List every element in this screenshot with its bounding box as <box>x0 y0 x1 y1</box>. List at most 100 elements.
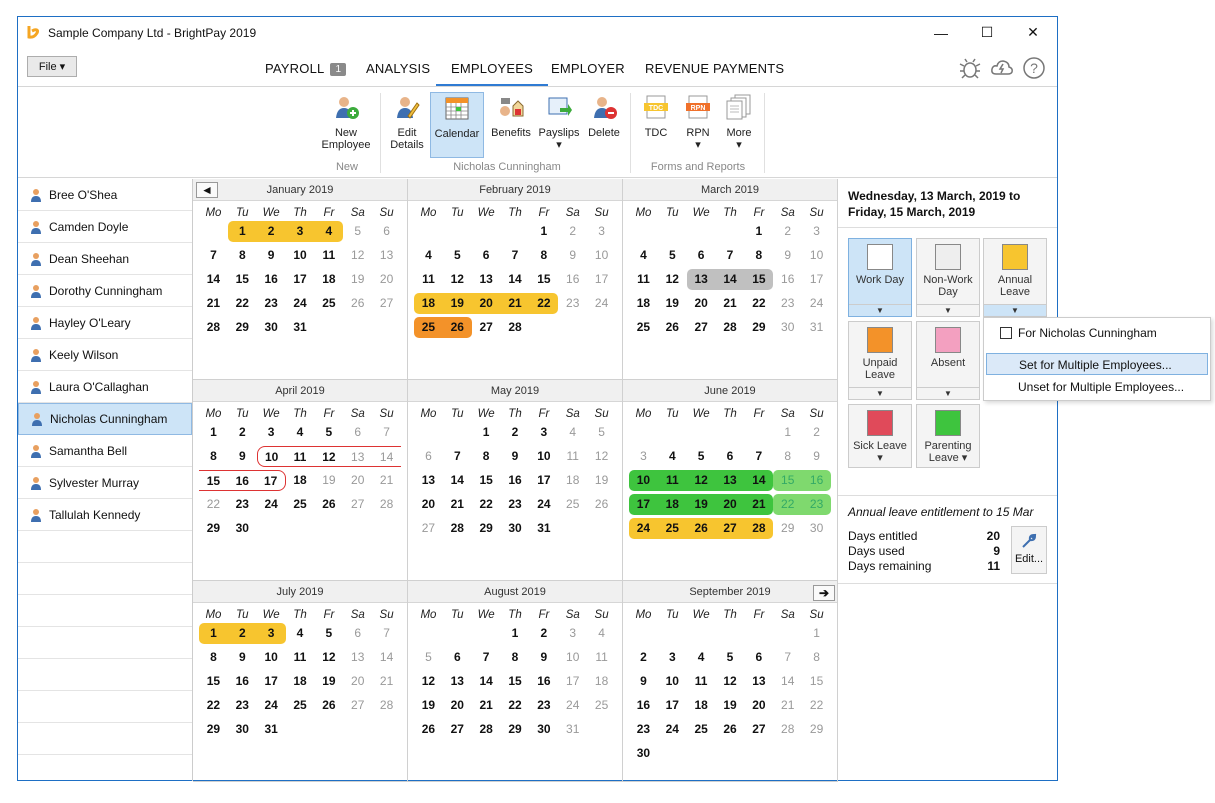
calendar-day[interactable]: 10 <box>558 647 587 668</box>
calendar-day[interactable]: 9 <box>228 647 257 668</box>
calendar-day[interactable]: 3 <box>257 422 286 443</box>
benefits-button[interactable]: Benefits <box>486 92 536 139</box>
tab-analysis[interactable]: ANALYSIS <box>366 61 430 76</box>
calendar-day[interactable]: 12 <box>716 671 745 692</box>
calendar-day[interactable]: 24 <box>558 695 587 716</box>
calendar-day[interactable]: 28 <box>472 719 501 740</box>
calendar-day[interactable]: 13 <box>343 647 372 668</box>
calendar-day[interactable]: 7 <box>372 422 401 443</box>
calendar-day[interactable]: 14 <box>501 269 530 290</box>
calendar-day[interactable]: 11 <box>587 647 616 668</box>
more-dropdown-arrow[interactable]: ▾ <box>720 139 758 151</box>
calendar-day[interactable]: 20 <box>744 695 773 716</box>
calendar-day[interactable]: 24 <box>286 293 315 314</box>
non-work-day-tile[interactable]: Non-Work Day ▼ <box>916 238 980 317</box>
calendar-day[interactable]: 27 <box>414 518 443 539</box>
calendar-day[interactable]: 7 <box>716 245 745 266</box>
calendar-day[interactable]: 15 <box>744 268 774 290</box>
calendar-day[interactable]: 6 <box>414 446 443 467</box>
calendar-day[interactable]: 10 <box>629 469 658 491</box>
unpaid-leave-tile[interactable]: Unpaid Leave ▼ <box>848 321 912 400</box>
tab-revenue-payments[interactable]: REVENUE PAYMENTS <box>645 61 784 76</box>
calendar-day[interactable]: 31 <box>286 317 315 338</box>
calendar-day[interactable]: 23 <box>773 293 802 314</box>
new-employee-button[interactable]: New Employee <box>317 92 375 151</box>
calendar-day[interactable]: 17 <box>257 671 286 692</box>
calendar-day[interactable]: 1 <box>199 422 228 443</box>
calendar-day[interactable]: 23 <box>228 494 257 515</box>
calendar-day[interactable]: 9 <box>558 245 587 266</box>
calendar-day[interactable]: 15 <box>228 269 257 290</box>
calendar-day[interactable]: 27 <box>687 317 716 338</box>
calendar-day[interactable]: 25 <box>657 517 687 539</box>
tab-employees[interactable]: EMPLOYEES <box>436 61 548 87</box>
calendar-day[interactable]: 29 <box>802 719 831 740</box>
calendar-day[interactable]: 2 <box>529 623 558 644</box>
calendar-day[interactable]: 28 <box>773 719 802 740</box>
calendar-day[interactable]: 5 <box>443 245 472 266</box>
calendar-day[interactable]: 7 <box>472 647 501 668</box>
calendar-day[interactable]: 3 <box>587 221 616 242</box>
calendar-day[interactable]: 16 <box>529 671 558 692</box>
calendar-day[interactable]: 15 <box>773 469 803 491</box>
employee-item[interactable]: Bree O'Shea <box>18 179 192 211</box>
calendar-day[interactable]: 10 <box>587 245 616 266</box>
calendar-day[interactable]: 2 <box>501 422 530 443</box>
calendar-day[interactable]: 26 <box>314 695 343 716</box>
calendar-day[interactable]: 7 <box>199 245 228 266</box>
calendar-day[interactable]: 5 <box>716 647 745 668</box>
calendar-day[interactable]: 13 <box>414 470 443 491</box>
for-employee-checkbox[interactable] <box>1000 327 1012 339</box>
calendar-day[interactable]: 20 <box>414 494 443 515</box>
calendar-day[interactable]: 12 <box>658 269 687 290</box>
calendar-day[interactable]: 26 <box>716 719 745 740</box>
calendar-day[interactable]: 19 <box>343 269 372 290</box>
calendar-day[interactable]: 28 <box>744 517 774 539</box>
calendar-day[interactable]: 3 <box>629 446 658 467</box>
calendar-day[interactable]: 3 <box>285 220 315 242</box>
calendar-day[interactable]: 9 <box>257 245 286 266</box>
calendar-day[interactable]: 27 <box>472 317 501 338</box>
calendar-day[interactable]: 27 <box>443 719 472 740</box>
calendar-day[interactable]: 19 <box>442 292 472 314</box>
calendar-day[interactable]: 4 <box>286 422 315 443</box>
calendar-day[interactable]: 31 <box>257 719 286 740</box>
calendar-day[interactable]: 14 <box>372 445 402 467</box>
calendar-day[interactable]: 1 <box>501 623 530 644</box>
calendar-day[interactable]: 14 <box>715 268 745 290</box>
tab-payroll[interactable]: PAYROLL 1 <box>265 61 347 76</box>
calendar-day[interactable]: 29 <box>501 719 530 740</box>
calendar-day[interactable]: 16 <box>228 671 257 692</box>
cloud-sync-icon[interactable] <box>990 56 1014 80</box>
calendar-day[interactable]: 14 <box>199 269 228 290</box>
calendar-day[interactable]: 26 <box>442 316 472 338</box>
edit-entitlement-button[interactable]: Edit... <box>1011 526 1047 574</box>
calendar-day[interactable]: 15 <box>529 269 558 290</box>
calendar-day[interactable]: 26 <box>414 719 443 740</box>
calendar-day[interactable]: 11 <box>286 647 315 668</box>
calendar-day[interactable]: 27 <box>715 517 745 539</box>
calendar-day[interactable]: 15 <box>472 470 501 491</box>
calendar-day[interactable]: 28 <box>501 317 530 338</box>
calendar-day[interactable]: 11 <box>657 469 687 491</box>
calendar-day[interactable]: 13 <box>343 445 373 467</box>
calendar-day[interactable]: 8 <box>773 446 802 467</box>
calendar-day[interactable]: 19 <box>314 470 343 491</box>
calendar-day[interactable]: 23 <box>802 493 832 515</box>
calendar-day[interactable]: 12 <box>587 446 616 467</box>
calendar-day[interactable]: 29 <box>773 518 802 539</box>
maximize-button[interactable]: ☐ <box>964 17 1010 48</box>
calendar-day[interactable]: 25 <box>587 695 616 716</box>
absent-arrow[interactable]: ▼ <box>917 387 979 399</box>
calendar-day[interactable]: 25 <box>558 494 587 515</box>
calendar-day[interactable]: 17 <box>802 269 831 290</box>
non-work-day-arrow[interactable]: ▼ <box>917 304 979 316</box>
calendar-day[interactable]: 15 <box>802 671 831 692</box>
calendar-day[interactable]: 12 <box>686 469 716 491</box>
calendar-day[interactable]: 18 <box>657 493 687 515</box>
for-employee-menu-item[interactable]: For Nicholas Cunningham <box>986 322 1208 344</box>
calendar-day[interactable]: 5 <box>587 422 616 443</box>
calendar-day[interactable]: 11 <box>629 269 658 290</box>
calendar-day[interactable]: 30 <box>501 518 530 539</box>
prev-month-button[interactable]: ◄ <box>196 182 218 198</box>
